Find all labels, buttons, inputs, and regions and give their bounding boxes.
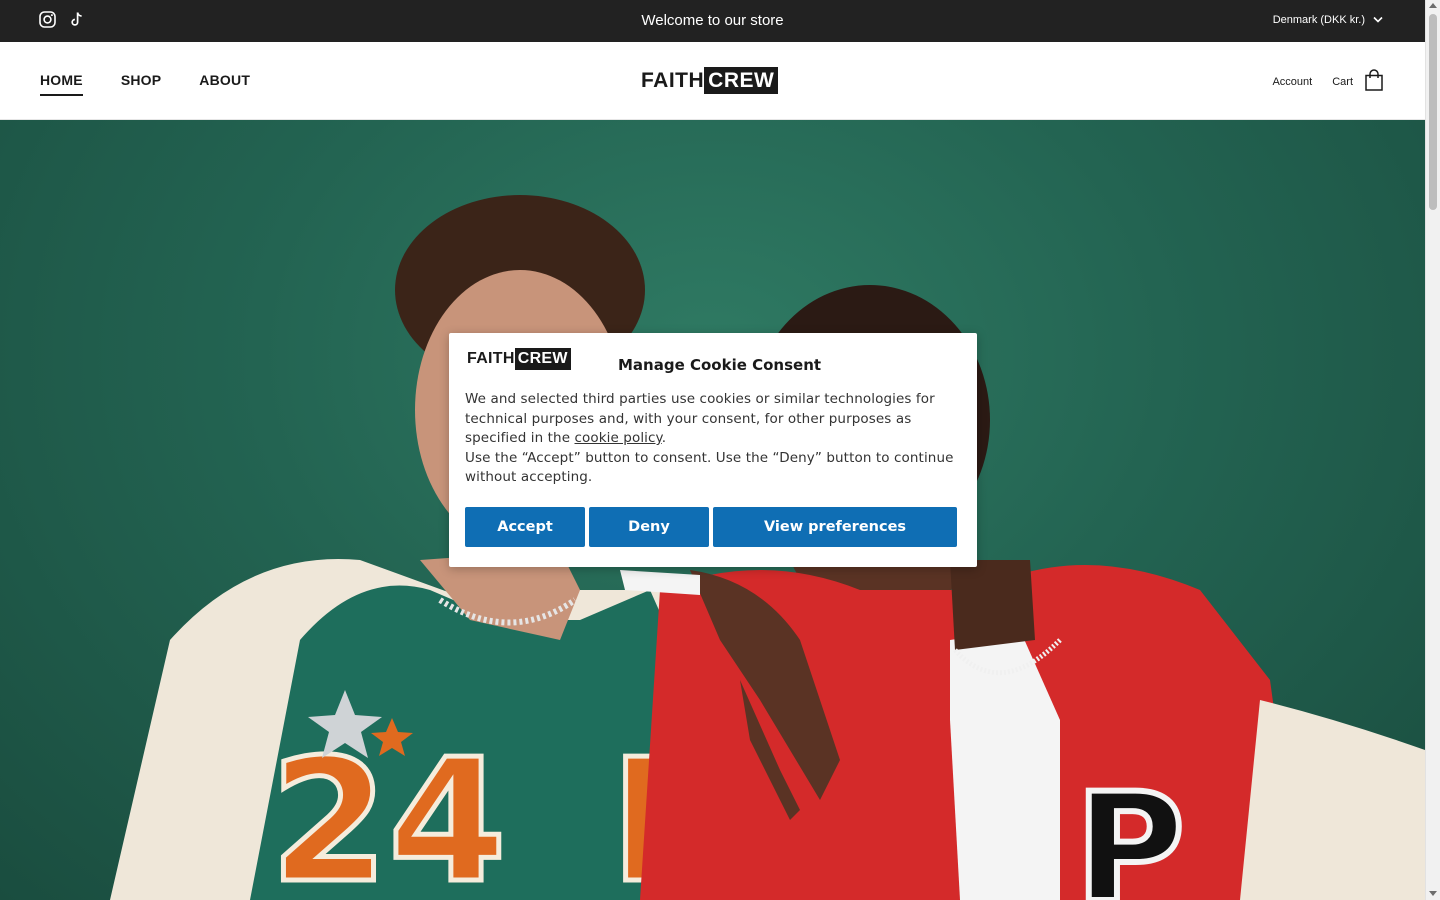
announcement-message: Welcome to our store xyxy=(641,12,784,29)
cookie-consent-dialog: FAITH CREW Manage Cookie Consent We and … xyxy=(449,333,977,567)
logo-part-faith: FAITH xyxy=(641,69,705,92)
header-actions: Account Cart xyxy=(1272,69,1383,94)
accept-button[interactable]: Accept xyxy=(465,507,585,547)
cart-label: Cart xyxy=(1332,75,1353,88)
cart-link[interactable]: Cart xyxy=(1332,69,1383,94)
nav-shop[interactable]: SHOP xyxy=(121,72,161,96)
svg-text:P: P xyxy=(1075,762,1185,900)
cookie-policy-link[interactable]: cookie policy xyxy=(575,430,662,446)
site-logo[interactable]: FAITH CREW xyxy=(641,67,779,94)
region-selector[interactable]: Denmark (DKK kr.) xyxy=(1273,14,1383,26)
shopping-bag-icon xyxy=(1365,69,1383,94)
account-link[interactable]: Account xyxy=(1272,76,1312,88)
cookie-text-instructions: Use the “Accept” button to consent. Use … xyxy=(465,449,954,486)
scroll-up-arrow-icon[interactable] xyxy=(1429,3,1437,8)
scrollbar-thumb[interactable] xyxy=(1429,14,1437,210)
deny-button[interactable]: Deny xyxy=(589,507,709,547)
cookie-logo-faith: FAITH xyxy=(467,350,515,367)
logo-part-crew: CREW xyxy=(704,67,779,94)
cookie-logo-crew: CREW xyxy=(514,348,571,370)
scroll-down-arrow-icon[interactable] xyxy=(1429,891,1437,896)
announcement-bar: Welcome to our store Denmark (DKK kr.) xyxy=(0,0,1425,42)
chevron-down-icon xyxy=(1373,14,1383,26)
cookie-title: Manage Cookie Consent xyxy=(618,356,822,374)
main-nav: HOME SHOP ABOUT xyxy=(40,72,250,96)
cookie-logo: FAITH CREW xyxy=(467,348,571,370)
page-scrollbar[interactable] xyxy=(1425,0,1440,900)
cookie-text-intro: We and selected third parties use cookie… xyxy=(465,391,935,447)
site-header: HOME SHOP ABOUT FAITH CREW Account Cart xyxy=(0,42,1425,120)
cookie-description: We and selected third parties use cookie… xyxy=(465,390,965,488)
region-label: Denmark (DKK kr.) xyxy=(1272,14,1365,26)
cookie-text-period: . xyxy=(661,430,667,447)
nav-about[interactable]: ABOUT xyxy=(199,72,250,96)
nav-home[interactable]: HOME xyxy=(40,72,83,96)
view-preferences-button[interactable]: View preferences xyxy=(713,507,957,547)
